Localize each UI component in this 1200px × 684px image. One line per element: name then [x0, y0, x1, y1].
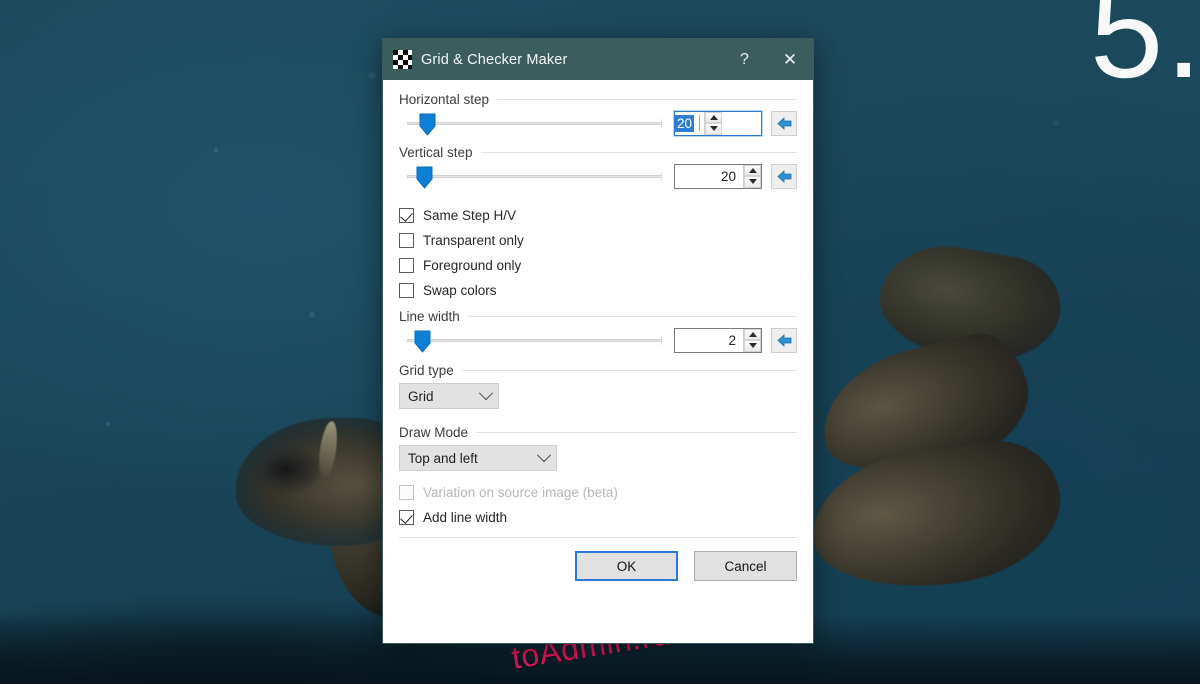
vertical-step-label: Vertical step [399, 145, 473, 160]
cancel-button[interactable]: Cancel [694, 551, 797, 581]
checkbox-label-foreground-only: Foreground only [423, 258, 521, 273]
grid-type-select[interactable]: Grid [399, 383, 499, 409]
chevron-down-icon [479, 386, 493, 400]
horizontal-step-label: Horizontal step [399, 92, 489, 107]
spacer [399, 189, 797, 198]
draw-mode-label: Draw Mode [399, 425, 468, 440]
vertical-step-spinner[interactable]: 20 [674, 164, 762, 189]
group-rule [497, 99, 797, 100]
corner-numeral: 5. [1090, 0, 1200, 98]
vertical-step-row: 20 [399, 163, 797, 189]
vertical-step-slider[interactable] [399, 163, 664, 189]
checkbox-swap-colors[interactable] [399, 283, 414, 298]
reset-arrow-icon [777, 170, 792, 183]
draw-mode-select[interactable]: Top and left [399, 445, 557, 471]
spinner-down-button[interactable] [705, 123, 722, 135]
line-width-spinner[interactable]: 2 [674, 328, 762, 353]
horizontal-step-spinner[interactable]: 20 [674, 111, 762, 136]
spinner-arrows[interactable] [743, 165, 761, 188]
group-line-width-header: Line width [399, 309, 797, 324]
reset-arrow-icon [777, 334, 792, 347]
dialog-body: Horizontal step 20 [383, 80, 813, 538]
horizontal-step-value[interactable]: 20 [675, 115, 694, 132]
spinner-arrows[interactable] [743, 329, 761, 352]
checkbox-row-swap-colors[interactable]: Swap colors [399, 283, 797, 298]
checkbox-row-foreground-only[interactable]: Foreground only [399, 258, 797, 273]
spinner-up-button[interactable] [744, 329, 761, 341]
spinner-up-button[interactable] [705, 112, 722, 124]
grid-type-selected-value: Grid [408, 389, 434, 404]
vertical-step-value[interactable]: 20 [675, 169, 743, 184]
line-width-label: Line width [399, 309, 460, 324]
close-icon[interactable]: ✕ [767, 39, 813, 80]
vertical-step-reset-button[interactable] [771, 164, 797, 189]
slider-end-tick [661, 172, 662, 181]
checkbox-label-add-line-width: Add line width [423, 510, 507, 525]
checkbox-row-same-step[interactable]: Same Step H/V [399, 208, 797, 223]
line-width-value[interactable]: 2 [675, 333, 743, 348]
slider-track [407, 339, 662, 342]
group-rule [481, 152, 797, 153]
checkerboard-icon [393, 50, 412, 69]
dialog-title: Grid & Checker Maker [421, 52, 567, 68]
checkbox-foreground-only[interactable] [399, 258, 414, 273]
line-width-slider[interactable] [399, 327, 664, 353]
slider-end-tick [661, 119, 662, 128]
group-draw-mode-header: Draw Mode [399, 425, 797, 440]
group-horizontal-step-header: Horizontal step [399, 92, 797, 107]
slider-track [407, 175, 662, 178]
spinner-down-button[interactable] [744, 340, 761, 352]
grid-checker-maker-dialog: Grid & Checker Maker ? ✕ Horizontal step… [382, 38, 814, 644]
draw-mode-selected-value: Top and left [408, 451, 478, 466]
checkbox-label-variation-on-source-image: Variation on source image (beta) [423, 485, 618, 500]
spinner-down-button[interactable] [744, 176, 761, 188]
dialog-footer: OK Cancel [383, 538, 813, 581]
reset-arrow-icon [777, 117, 792, 130]
group-grid-type-header: Grid type [399, 363, 797, 378]
checkbox-same-step-hv[interactable] [399, 208, 414, 223]
checkbox-row-add-line-width[interactable]: Add line width [399, 510, 797, 525]
line-width-row: 2 [399, 327, 797, 353]
line-width-reset-button[interactable] [771, 328, 797, 353]
checkbox-variation-on-source-image [399, 485, 414, 500]
spinner-up-button[interactable] [744, 165, 761, 177]
slider-end-tick [661, 336, 662, 345]
group-vertical-step-header: Vertical step [399, 145, 797, 160]
text-caret [699, 115, 700, 131]
spinner-arrows[interactable] [704, 112, 722, 135]
checkbox-row-variation: Variation on source image (beta) [399, 485, 797, 500]
checkbox-transparent-only[interactable] [399, 233, 414, 248]
grid-type-label: Grid type [399, 363, 454, 378]
checkbox-row-transparent-only[interactable]: Transparent only [399, 233, 797, 248]
group-rule [462, 370, 797, 371]
checkbox-add-line-width[interactable] [399, 510, 414, 525]
horizontal-step-slider[interactable] [399, 110, 664, 136]
chevron-down-icon [537, 448, 551, 462]
dialog-titlebar[interactable]: Grid & Checker Maker ? ✕ [383, 39, 813, 80]
group-rule [476, 432, 797, 433]
checkbox-label-swap-colors: Swap colors [423, 283, 497, 298]
ok-button[interactable]: OK [575, 551, 678, 581]
checkbox-label-transparent-only: Transparent only [423, 233, 524, 248]
group-rule [468, 316, 797, 317]
slider-thumb[interactable] [419, 113, 436, 136]
horizontal-step-row: 20 [399, 110, 797, 136]
horizontal-step-reset-button[interactable] [771, 111, 797, 136]
slider-thumb[interactable] [416, 166, 433, 189]
help-button[interactable]: ? [722, 39, 767, 80]
slider-track [407, 122, 662, 125]
slider-thumb[interactable] [414, 330, 431, 353]
checkbox-label-same-step-hv: Same Step H/V [423, 208, 516, 223]
